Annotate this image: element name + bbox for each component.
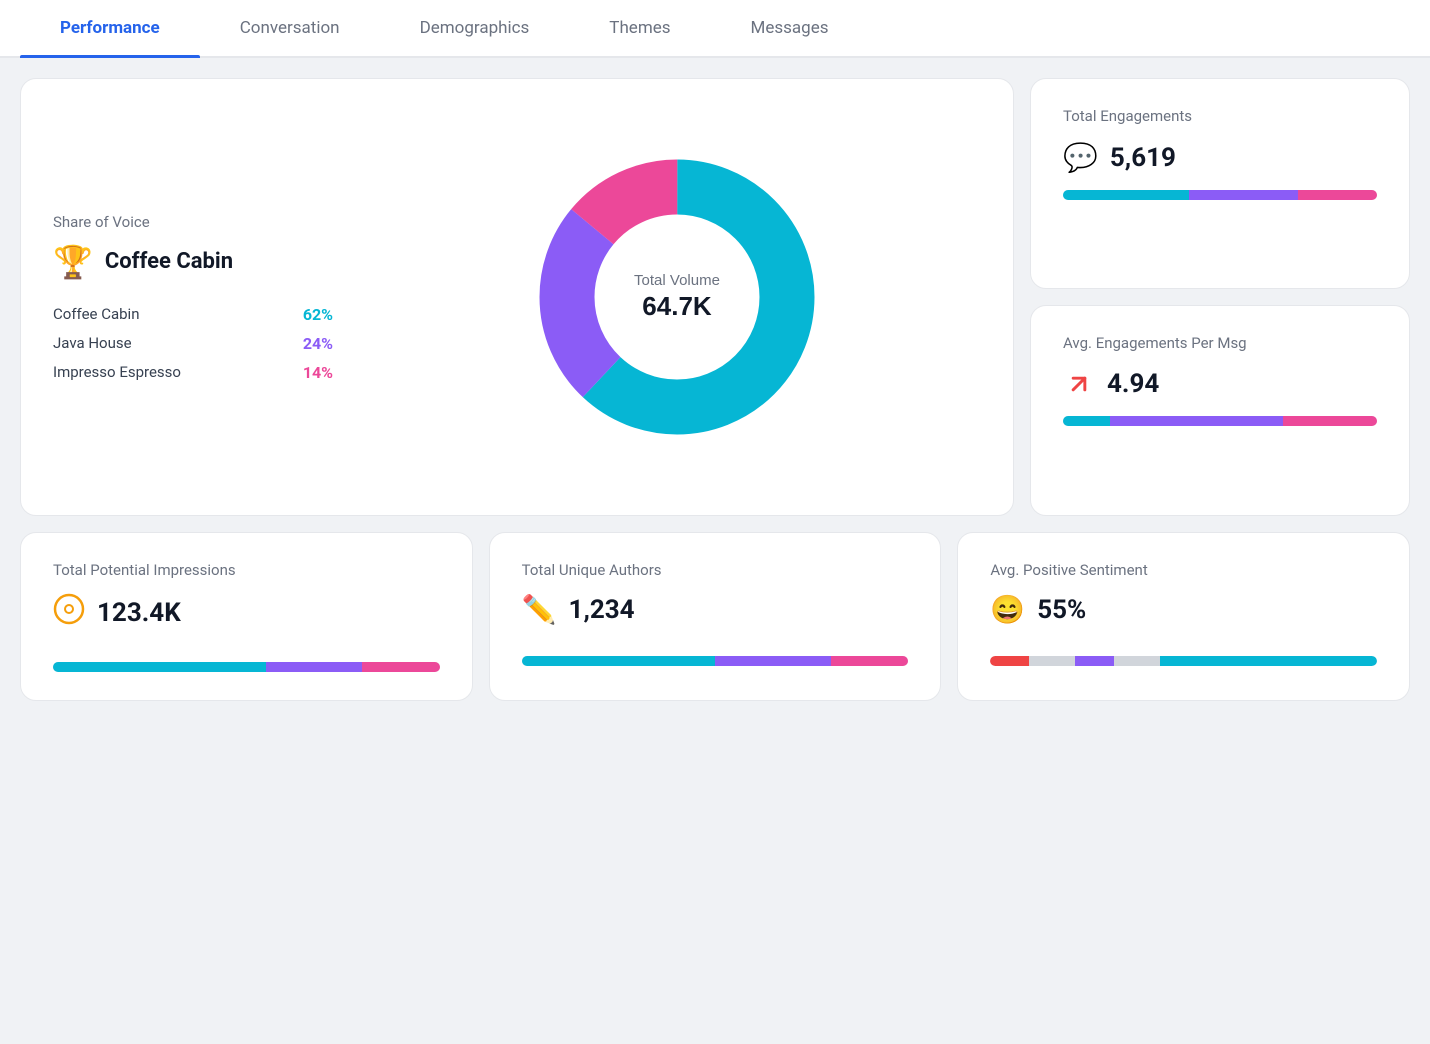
impressions-bar [53,662,440,672]
sentiment-bar-teal [1160,656,1377,666]
impressions-label: Total Potential Impressions [53,561,440,579]
donut-chart: Total Volume 64.7K [517,137,837,457]
tab-nav: Performance Conversation Demographics Th… [0,0,1430,58]
tab-performance[interactable]: Performance [20,0,200,56]
trophy-icon: 🏆 [53,243,93,281]
tab-messages[interactable]: Messages [711,0,869,56]
auth-bar-pink [831,656,908,666]
sov-item-pct-0: 62% [303,305,333,324]
sov-item-impresso: Impresso Espresso 14% [53,363,333,382]
sov-items: Coffee Cabin 62% Java House 24% Impresso… [53,305,333,382]
sentiment-bar [990,656,1377,666]
avg-progress-bar-pink [1283,416,1377,426]
donut-container: Total Volume 64.7K [373,107,981,487]
chat-bubble-icon: 💬 [1063,141,1098,174]
sentiment-bar-red [990,656,1029,666]
imp-bar-pink [362,662,439,672]
sov-brand-name: Coffee Cabin [105,249,233,274]
sov-left: Share of Voice 🏆 Coffee Cabin Coffee Cab… [53,213,333,382]
avg-engagements-bar [1063,416,1377,426]
sentiment-bar-purple [1075,656,1114,666]
sentiment-value-row: 😄 55% [990,593,1377,626]
sov-brand: 🏆 Coffee Cabin [53,243,333,281]
avg-engagements-label: Avg. Engagements Per Msg [1063,334,1377,352]
total-engagements-value: 5,619 [1110,143,1176,173]
sov-item-java-house: Java House 24% [53,334,333,353]
bottom-row: Total Potential Impressions 123.4K T [20,532,1410,701]
progress-bar-pink [1298,190,1377,200]
avg-engagements-card: Avg. Engagements Per Msg 4.94 [1030,305,1410,516]
eye-icon [53,593,85,632]
tab-demographics[interactable]: Demographics [380,0,570,56]
sentiment-label: Avg. Positive Sentiment [990,561,1377,579]
avg-engagements-value-row: 4.94 [1063,368,1377,400]
avg-progress-bar-teal [1063,416,1110,426]
sov-item-name-0: Coffee Cabin [53,305,139,323]
sentiment-value: 55% [1037,595,1086,625]
sov-item-name-2: Impresso Espresso [53,363,181,381]
total-engagements-label: Total Engagements [1063,107,1377,125]
sov-item-pct-2: 14% [303,363,333,382]
avg-engagements-value: 4.94 [1107,369,1159,399]
imp-bar-teal [53,662,266,672]
top-row: Share of Voice 🏆 Coffee Cabin Coffee Cab… [20,78,1410,516]
share-of-voice-card: Share of Voice 🏆 Coffee Cabin Coffee Cab… [20,78,1014,516]
impressions-value-row: 123.4K [53,593,440,632]
total-engagements-value-row: 💬 5,619 [1063,141,1377,174]
authors-bar [522,656,909,666]
auth-bar-purple [715,656,831,666]
sentiment-bar-gap1 [1029,656,1075,666]
authors-label: Total Unique Authors [522,561,909,579]
sentiment-bar-gap2 [1114,656,1160,666]
total-engagements-bar [1063,190,1377,200]
arrow-up-right-icon [1063,368,1095,400]
sov-item-coffee-cabin: Coffee Cabin 62% [53,305,333,324]
tab-conversation[interactable]: Conversation [200,0,380,56]
progress-bar-purple [1189,190,1299,200]
auth-bar-teal [522,656,715,666]
main-content: Share of Voice 🏆 Coffee Cabin Coffee Cab… [0,58,1430,721]
smiley-icon: 😄 [990,593,1025,626]
avg-sentiment-card: Avg. Positive Sentiment 😄 55% [957,532,1410,701]
total-engagements-card: Total Engagements 💬 5,619 [1030,78,1410,289]
authors-value-row: ✏️ 1,234 [522,593,909,626]
impressions-value: 123.4K [97,598,181,628]
sov-item-name-1: Java House [53,334,132,352]
donut-center-value: 64.7K [642,291,712,321]
sov-item-pct-1: 24% [303,334,333,353]
progress-bar-teal [1063,190,1189,200]
right-col: Total Engagements 💬 5,619 Avg. Engagemen… [1030,78,1410,516]
total-authors-card: Total Unique Authors ✏️ 1,234 [489,532,942,701]
pencil-icon: ✏️ [522,593,557,626]
imp-bar-purple [266,662,363,672]
avg-progress-bar-purple [1110,416,1283,426]
total-impressions-card: Total Potential Impressions 123.4K [20,532,473,701]
tab-themes[interactable]: Themes [569,0,710,56]
donut-center-label: Total Volume [634,272,720,289]
sov-label: Share of Voice [53,213,333,231]
authors-value: 1,234 [569,595,635,625]
